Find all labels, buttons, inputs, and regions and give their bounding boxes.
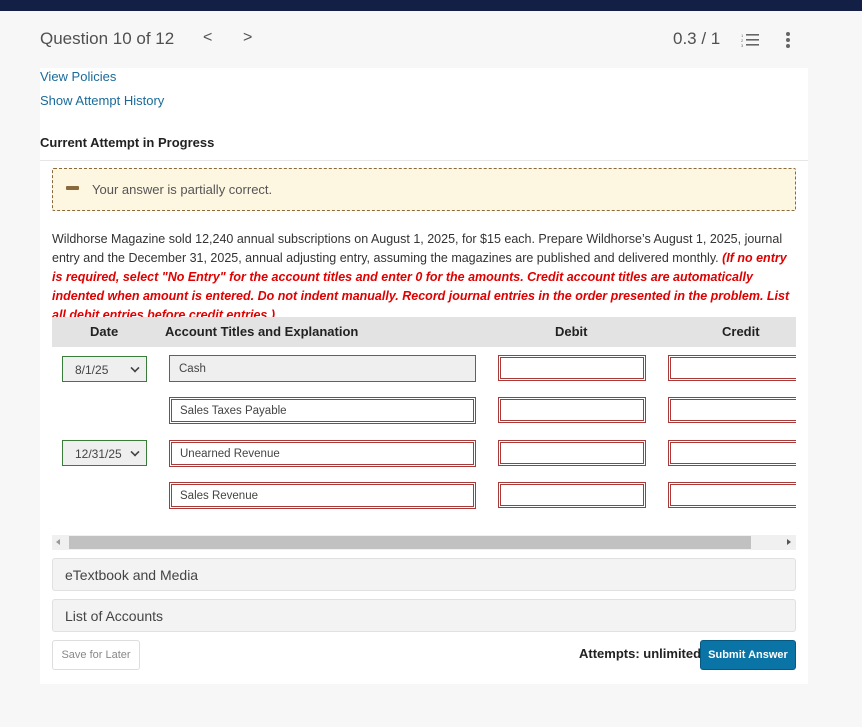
partial-correct-minus-icon [66, 186, 79, 190]
column-header-date: Date [90, 324, 119, 339]
horizontal-scrollbar[interactable] [52, 535, 796, 550]
show-attempt-history-link[interactable]: Show Attempt History [40, 93, 164, 108]
chevron-right-icon[interactable]: > [243, 29, 252, 47]
question-header: Question 10 of 12 < > 0.3 / 1 1 2 3 [0, 11, 862, 68]
account-input-row-3[interactable]: Unearned Revenue [169, 440, 476, 467]
scroll-left-arrow-icon[interactable] [56, 539, 60, 545]
date-select-row-3[interactable]: 12/31/25 [62, 440, 147, 466]
attempts-label: Attempts: unlimited [579, 646, 702, 661]
credit-input-row-1[interactable] [668, 355, 796, 381]
submit-answer-button[interactable]: Submit Answer [700, 640, 796, 670]
date-value: 12/31/25 [75, 447, 122, 461]
column-header-debit: Debit [555, 324, 588, 339]
svg-text:3: 3 [741, 43, 744, 47]
credit-input-row-3[interactable] [668, 440, 796, 466]
column-header-account: Account Titles and Explanation [165, 324, 359, 339]
scrollbar-thumb[interactable] [69, 536, 751, 549]
date-value: 8/1/25 [75, 363, 109, 377]
feedback-banner: Your answer is partially correct. [52, 168, 796, 211]
debit-input-row-2[interactable] [498, 397, 646, 423]
more-vertical-icon[interactable] [786, 32, 790, 48]
debit-input-row-4[interactable] [498, 482, 646, 508]
table-header: Date Account Titles and Explanation Debi… [52, 317, 796, 347]
list-of-accounts-accordion[interactable]: List of Accounts [52, 599, 796, 632]
top-bar [0, 0, 862, 11]
scroll-right-arrow-icon[interactable] [787, 539, 791, 545]
question-counter: Question 10 of 12 [40, 29, 175, 48]
save-for-later-button[interactable]: Save for Later [52, 640, 140, 670]
account-input-row-2[interactable]: Sales Taxes Payable [169, 397, 476, 424]
column-header-credit: Credit [722, 324, 760, 339]
numbered-list-icon[interactable]: 1 2 3 [741, 33, 759, 47]
divider [40, 160, 808, 161]
date-select-row-1[interactable]: 8/1/25 [62, 356, 147, 382]
chevron-down-icon [130, 447, 140, 457]
attempt-heading: Current Attempt in Progress [40, 135, 215, 150]
chevron-left-icon[interactable]: < [203, 29, 212, 47]
score: 0.3 / 1 [673, 29, 721, 48]
credit-input-row-4[interactable] [668, 482, 796, 508]
debit-input-row-1[interactable] [498, 355, 646, 381]
debit-input-row-3[interactable] [498, 440, 646, 466]
problem-text: Wildhorse Magazine sold 12,240 annual su… [52, 232, 783, 265]
problem-statement: Wildhorse Magazine sold 12,240 annual su… [52, 230, 797, 325]
chevron-down-icon [130, 363, 140, 373]
journal-entry-table: Date Account Titles and Explanation Debi… [52, 317, 796, 527]
question-card: View Policies Show Attempt History Curre… [40, 68, 808, 684]
account-input-row-4[interactable]: Sales Revenue [169, 482, 476, 509]
credit-input-row-2[interactable] [668, 397, 796, 423]
feedback-text: Your answer is partially correct. [92, 182, 273, 197]
view-policies-link[interactable]: View Policies [40, 69, 116, 84]
account-input-row-1[interactable]: Cash [169, 355, 476, 382]
etextbook-media-accordion[interactable]: eTextbook and Media [52, 558, 796, 591]
